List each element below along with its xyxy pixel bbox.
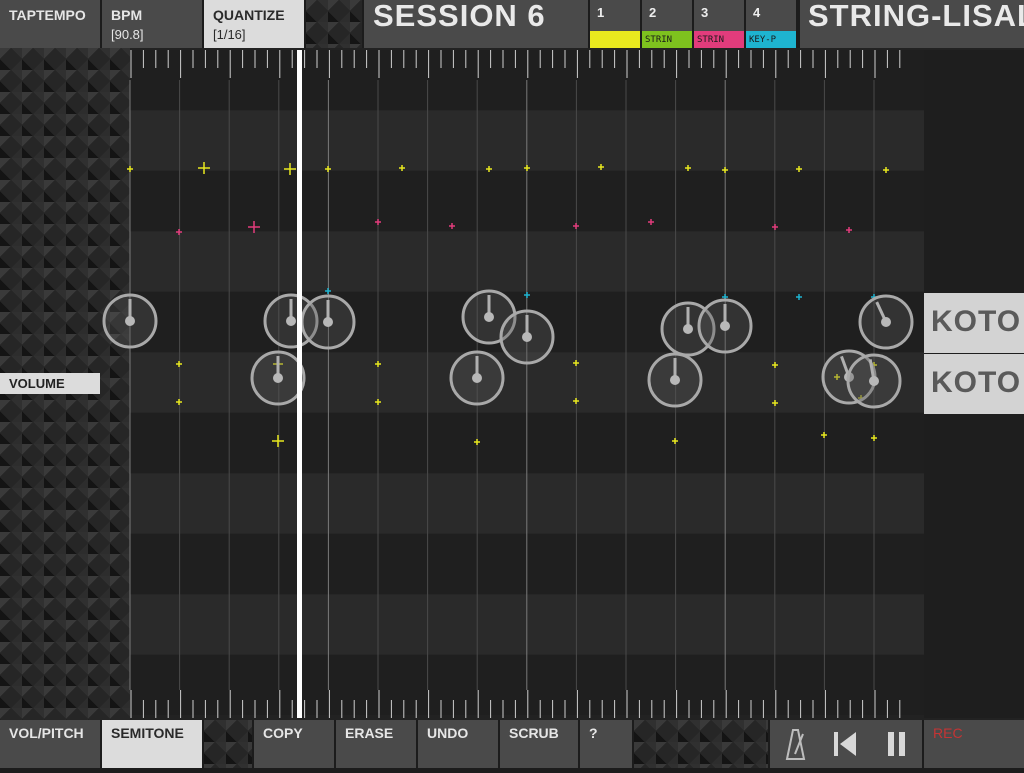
rec-button[interactable]: REC [924,720,1024,768]
sequencer-grid[interactable] [0,0,1024,768]
pause-icon [888,732,905,756]
knob-center [323,317,333,327]
metronome-button[interactable] [770,720,820,768]
note-knob[interactable] [102,293,158,349]
lane-row [130,413,1024,473]
lane-row [130,231,1024,292]
lane-label-koto-2[interactable]: KOTO [924,354,1024,414]
help-button[interactable]: ? [580,720,632,768]
scrub-button[interactable]: SCRUB [500,720,578,768]
texture-panel-bottom-2 [634,720,768,768]
note-knob[interactable] [499,309,555,365]
knob-center [472,373,482,383]
note-knob[interactable] [449,350,505,406]
note-knob[interactable] [846,353,902,409]
lane-label-koto-1[interactable]: KOTO [924,293,1024,353]
note-knob[interactable] [858,294,914,350]
knob-center [286,316,296,326]
erase-button[interactable]: ERASE [336,720,416,768]
knob-center [670,375,680,385]
lane-row [130,534,1024,594]
note-knob[interactable] [300,294,356,350]
undo-button[interactable]: UNDO [418,720,498,768]
knob-center [881,317,891,327]
lane-row [130,594,1024,655]
knob-center [683,324,693,334]
knob-center [869,376,879,386]
metronome-icon [785,729,806,760]
note-knob[interactable] [647,352,703,408]
rewind-button[interactable] [820,720,870,768]
lane-row [130,110,1024,171]
knob-center [273,373,283,383]
knob-center [484,312,494,322]
knob-center [125,316,135,326]
lane-row [130,171,1024,231]
skip-back-icon [834,732,856,756]
texture-panel-bottom [204,720,252,768]
knob-center [522,332,532,342]
lane-row [130,473,1024,534]
volpitch-button[interactable]: VOL/PITCH [0,720,100,768]
copy-button[interactable]: COPY [254,720,334,768]
pause-button[interactable] [870,720,922,768]
knob-center [720,321,730,331]
note-knob[interactable] [697,298,753,354]
note-knob[interactable] [250,350,306,406]
playhead[interactable] [297,50,302,718]
semitone-button[interactable]: SEMITONE [102,720,202,768]
